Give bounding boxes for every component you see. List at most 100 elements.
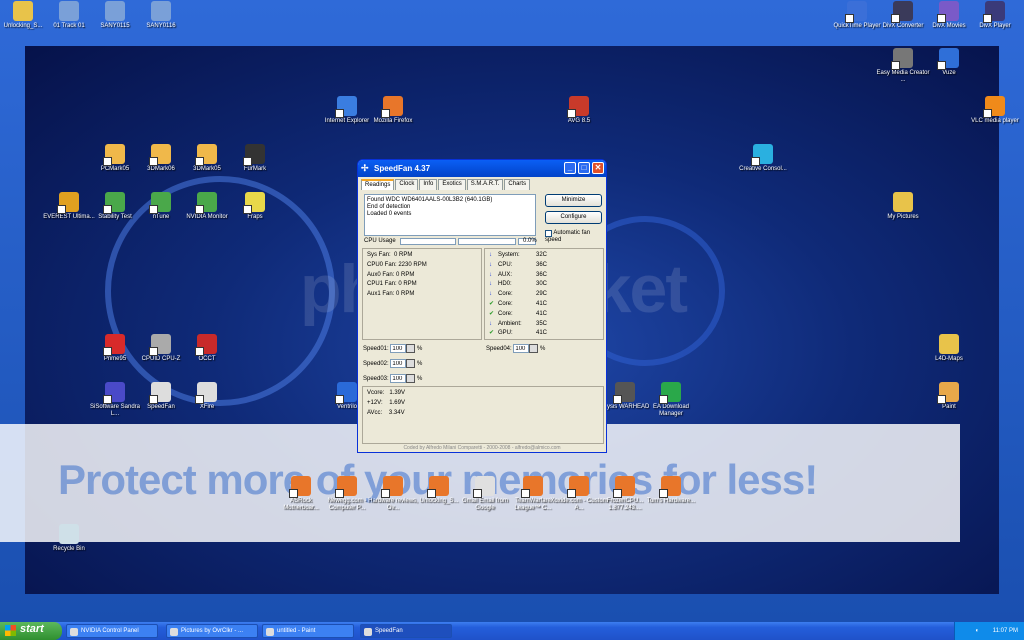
taskbar-button[interactable]: SpeedFan bbox=[360, 624, 452, 638]
speedfan-icon bbox=[149, 382, 171, 404]
configure-button[interactable]: Configure bbox=[545, 211, 602, 224]
desktop-icon-firefox[interactable]: Mozilla Firefox bbox=[364, 96, 422, 125]
desktop-icon-label: AVG 8.5 bbox=[567, 118, 591, 124]
start-button[interactable]: start bbox=[0, 622, 62, 640]
app-icon bbox=[70, 628, 78, 636]
everest-icon bbox=[57, 192, 79, 214]
speedfan-fan-icon: ✢ bbox=[361, 163, 369, 173]
speedfan-window[interactable]: ✢ SpeedFan 4.37 _ □ ✕ Readings Clock Info E… bbox=[357, 159, 607, 453]
temp-sensor-name: CPU: bbox=[498, 261, 513, 268]
hardware-icon bbox=[381, 476, 403, 498]
newegg-icon bbox=[335, 476, 357, 498]
spinner-icon[interactable] bbox=[406, 359, 416, 368]
temperature-reading: ↓ System: 32C bbox=[489, 251, 599, 261]
temperature-reading: ↓ CPU: 36C bbox=[489, 261, 599, 271]
speed-input[interactable] bbox=[390, 344, 407, 353]
taskbar-button[interactable]: Pictures by OvrClkr - ... bbox=[166, 624, 258, 638]
close-window-icon[interactable]: ✕ bbox=[592, 162, 604, 174]
sany0116-icon bbox=[151, 1, 171, 21]
xoxide-icon bbox=[567, 476, 589, 498]
vuze-icon bbox=[937, 48, 959, 70]
frozencpu-icon bbox=[613, 476, 635, 498]
desktop-icon-l4d[interactable]: L4D-Maps bbox=[920, 334, 978, 363]
desktop-icon-fraps[interactable]: Fraps bbox=[226, 192, 284, 221]
desktop-icon-mypictures[interactable]: My Pictures bbox=[874, 192, 932, 221]
desktop-icon-vlc[interactable]: VLC media player bbox=[966, 96, 1024, 125]
l4d-icon bbox=[939, 334, 959, 354]
toms-icon bbox=[659, 476, 681, 498]
spinner-icon[interactable] bbox=[406, 344, 416, 353]
temp-value: 29C bbox=[536, 291, 548, 298]
desktop-icon-recycle[interactable]: Recycle Bin bbox=[40, 524, 98, 553]
minimize-button[interactable]: Minimize bbox=[545, 194, 602, 207]
speed-control: Speed04: % bbox=[486, 344, 545, 354]
fan-reading: CPU1 Fan: 0 RPM bbox=[367, 281, 417, 288]
desktop-icon-paint[interactable]: Paint bbox=[920, 382, 978, 411]
spinner-icon[interactable] bbox=[529, 344, 539, 353]
taskbar-button[interactable]: NVIDIA Control Panel bbox=[66, 624, 158, 638]
speed-label: Speed02: bbox=[363, 361, 389, 368]
ntune-icon bbox=[149, 192, 171, 214]
desktop-icon-sany0116[interactable]: SANY0116 bbox=[132, 1, 190, 30]
nvmonitor-icon bbox=[195, 192, 217, 214]
desktop-icon-furmark[interactable]: FurMark bbox=[226, 144, 284, 173]
desktop-icon-vuze[interactable]: Vuze bbox=[920, 48, 978, 77]
tab-exotics[interactable]: Exotics bbox=[438, 179, 466, 190]
occt-icon bbox=[195, 334, 217, 356]
fraps-icon bbox=[243, 192, 265, 214]
temp-sensor-name: Core: bbox=[498, 310, 513, 317]
divxconv-icon bbox=[891, 1, 913, 23]
desktop-icon-label: SANY0116 bbox=[146, 23, 176, 29]
minimize-window-icon[interactable]: _ bbox=[564, 162, 576, 174]
event-log[interactable]: Found WDC WD6401AALS-00L3B2 (640.1GB) End… bbox=[364, 194, 536, 236]
tab-clock[interactable]: Clock bbox=[395, 179, 419, 190]
fan-reading: Aux1 Fan: 0 RPM bbox=[367, 291, 415, 298]
desktop-icon-label: VLC media player bbox=[971, 118, 1019, 124]
desktop-icon-creative[interactable]: Creative Consol... bbox=[734, 144, 792, 173]
temp-value: 36C bbox=[536, 261, 548, 268]
temp-trend-icon: ✔ bbox=[489, 330, 495, 337]
desktop-icon-toms[interactable]: Tom's Hardware... bbox=[642, 476, 700, 505]
tab-charts[interactable]: Charts bbox=[504, 179, 531, 190]
desktop-icon-label: XFire bbox=[199, 404, 215, 410]
taskbar-button-label: NVIDIA Control Panel bbox=[81, 628, 139, 634]
speed-unit: % bbox=[540, 346, 546, 353]
taskbar: start NVIDIA Control Panel Pictures by Ov… bbox=[0, 622, 1024, 640]
maximize-window-icon[interactable]: □ bbox=[578, 162, 590, 174]
desktop-icon-label: Vuze bbox=[942, 70, 956, 76]
paint-icon bbox=[937, 382, 959, 404]
network-icon[interactable]: ◐ bbox=[975, 628, 979, 634]
desktop-icon-occt[interactable]: OCCT bbox=[178, 334, 236, 363]
app-icon bbox=[364, 628, 372, 636]
desktop-icon-avg[interactable]: AVG 8.5 bbox=[550, 96, 608, 125]
3dmark05-icon bbox=[195, 144, 217, 166]
mypictures-icon bbox=[893, 192, 913, 212]
desktop-icon-label: Mozilla Firefox bbox=[373, 118, 413, 124]
gmail-icon bbox=[473, 476, 495, 498]
credits-footer: Coded by Alfredo Milani Comparetti - 200… bbox=[403, 445, 561, 451]
speed-input[interactable] bbox=[390, 374, 407, 383]
speed-input[interactable] bbox=[513, 344, 530, 353]
auto-fan-label: Automatic fan speed bbox=[545, 230, 591, 243]
tab-info[interactable]: Info bbox=[419, 179, 438, 190]
voltage-reading: Vcore: 1.39V bbox=[367, 390, 406, 396]
auto-fan-row[interactable]: Automatic fan speed bbox=[545, 230, 605, 244]
desktop-icon-eadownload[interactable]: EA Download Manager bbox=[642, 382, 700, 418]
desktop-icon-label: FurMark bbox=[243, 166, 267, 172]
temp-sensor-name: GPU: bbox=[498, 330, 513, 337]
tab-readings[interactable]: Readings bbox=[361, 179, 395, 190]
recycle-icon bbox=[59, 524, 79, 544]
desktop-icon-divxplayer[interactable]: DivX Player bbox=[966, 1, 1024, 30]
taskbar-button[interactable]: untitled - Paint bbox=[262, 624, 354, 638]
desktop-icon-xfire[interactable]: XFire bbox=[178, 382, 236, 411]
auto-fan-checkbox[interactable] bbox=[545, 230, 552, 237]
sany0115-icon bbox=[105, 1, 125, 21]
tab-smart[interactable]: S.M.A.R.T. bbox=[466, 179, 504, 190]
app-icon bbox=[170, 628, 178, 636]
voltage-reading: AVcc: 3.34V bbox=[367, 409, 405, 416]
speed-input[interactable] bbox=[390, 359, 407, 368]
spinner-icon[interactable] bbox=[406, 374, 416, 383]
speedfan-title-bar[interactable]: ✢ SpeedFan 4.37 _ □ ✕ bbox=[358, 160, 606, 177]
clock[interactable]: 11:07 PM bbox=[993, 628, 1018, 634]
eadownload-icon bbox=[659, 382, 681, 404]
